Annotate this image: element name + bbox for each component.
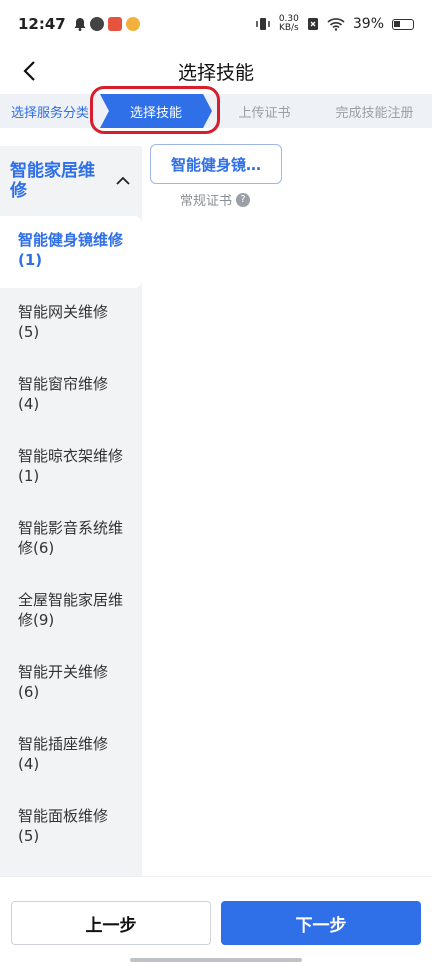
sidebar-item-curtain[interactable]: 智能窗帘维修 (4) (0, 360, 142, 432)
sidebar-item-whole-house[interactable]: 全屋智能家居维修(9) (0, 576, 142, 648)
step-indicator: 选择服务分类 选择技能 上传证书 完成技能注册 (0, 94, 432, 128)
sidebar-item-gateway[interactable]: 智能网关维修 (5) (0, 288, 142, 360)
status-time: 12:47 (18, 15, 66, 33)
help-icon[interactable]: ? (236, 192, 251, 207)
footer-bar: 上一步 下一步 (0, 876, 432, 964)
step-select-category[interactable]: 选择服务分类 (0, 94, 100, 128)
weibo-icon (125, 17, 140, 31)
vibrate-icon (256, 18, 270, 30)
step-select-skill[interactable]: 选择技能 (100, 94, 212, 128)
sidebar-item-socket[interactable]: 智能插座维修 (4) (0, 720, 142, 792)
next-step-button[interactable]: 下一步 (221, 901, 421, 945)
sidebar-group-smart-home[interactable]: 智能家居维修 (0, 146, 142, 216)
wifi-icon (327, 18, 345, 31)
step-upload-certificate: 上传证书 (238, 105, 291, 121)
page-title: 选择技能 (177, 61, 254, 84)
sidebar-group-label: 智能家居维修 (10, 161, 95, 201)
sidebar-item-switch[interactable]: 智能开关维修 (6) (0, 648, 142, 720)
sidebar-item-clothes-rack[interactable]: 智能晾衣架维修 (1) (0, 432, 142, 504)
app-icon-leaf (89, 17, 104, 31)
notification-bell-icon (74, 18, 86, 31)
sidebar-item-panel[interactable]: 智能面板维修 (5) (0, 792, 142, 864)
net-speed: 0.30 KB/s (278, 14, 299, 33)
skill-list: 智能健身镜… 常规证书 ? (150, 144, 432, 209)
category-sidebar: 智能家居维修 智能健身镜维修 (1) 智能网关维修 (5) 智能窗帘维修 (4) 智能… (0, 146, 142, 876)
skill-card-fitness-mirror[interactable]: 智能健身镜… (150, 144, 282, 184)
previous-step-button[interactable]: 上一步 (11, 901, 211, 945)
chevron-left-icon (23, 61, 35, 81)
chevron-up-icon (116, 176, 130, 185)
sidebar-item-av-system[interactable]: 智能影音系统维修(6) (0, 504, 142, 576)
sim-x-icon (307, 18, 318, 30)
home-indicator[interactable] (130, 958, 302, 962)
app-header: 选择技能 (0, 48, 432, 94)
back-button[interactable] (14, 56, 44, 86)
app-icon-red (107, 17, 122, 31)
sidebar-item-fitness-mirror[interactable]: 智能健身镜维修 (1) (0, 216, 142, 288)
certificate-type-label: 常规证书 ? (180, 190, 432, 209)
status-bar: 12:47 0.30 KB/s 39% (0, 0, 432, 48)
battery-icon (392, 18, 414, 30)
battery-percent: 39% (352, 16, 384, 32)
step-complete-registration: 完成技能注册 (335, 105, 414, 121)
